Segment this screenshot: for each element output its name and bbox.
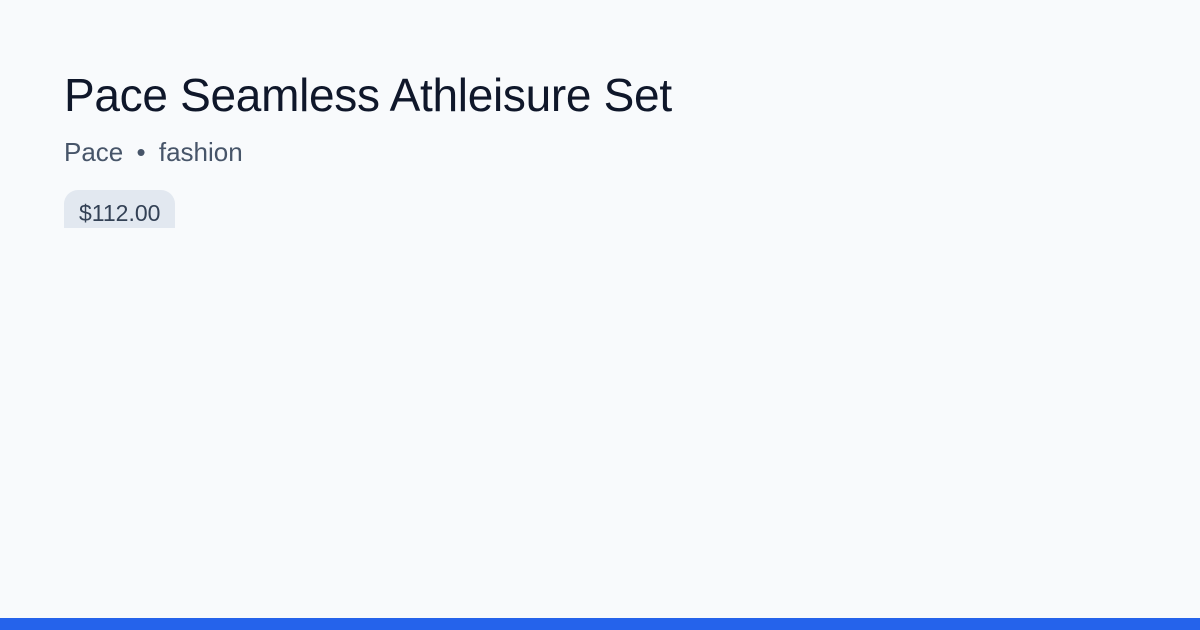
brand-name: Pace: [64, 137, 124, 167]
category-name: fashion: [158, 137, 243, 167]
product-title: Pace Seamless Athleisure Set: [64, 69, 672, 121]
price-badge: $112.00: [64, 190, 176, 228]
accent-bar: [0, 618, 1200, 630]
product-info: Pace Seamless Athleisure Set Pace • fash…: [64, 64, 1136, 233]
product-meta: Pace • fashion: [64, 136, 1136, 168]
product-card: Pace Seamless Athleisure Set Pace • fash…: [0, 0, 1200, 630]
meta-separator: •: [136, 137, 146, 167]
